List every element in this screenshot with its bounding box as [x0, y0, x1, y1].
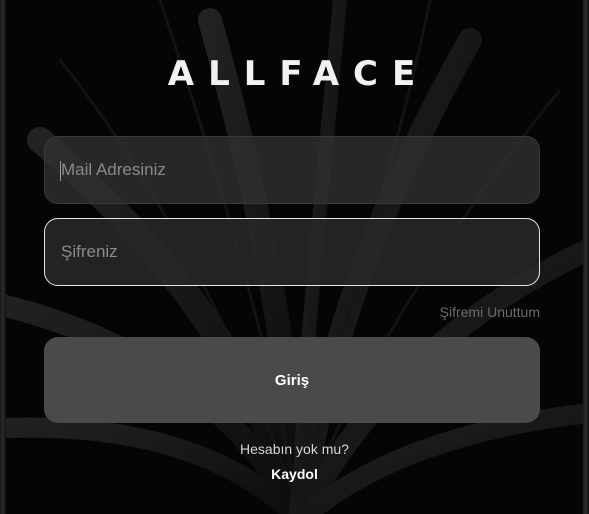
app-logo: ALLFACE [167, 54, 430, 94]
signup-link[interactable]: Kaydol [0, 466, 589, 482]
login-content: ALLFACE Şifremi Unuttum Giriş Hesabın yo… [0, 0, 589, 514]
login-button[interactable]: Giriş [44, 337, 540, 423]
email-input[interactable] [61, 137, 539, 203]
email-field[interactable] [44, 136, 540, 204]
signup-prompt: Hesabın yok mu? [240, 441, 349, 457]
password-input[interactable] [61, 219, 539, 285]
password-field[interactable] [44, 218, 540, 286]
text-cursor [60, 161, 61, 181]
login-screen: ALLFACE Şifremi Unuttum Giriş Hesabın yo… [0, 0, 589, 514]
forgot-password-link[interactable]: Şifremi Unuttum [440, 304, 540, 320]
